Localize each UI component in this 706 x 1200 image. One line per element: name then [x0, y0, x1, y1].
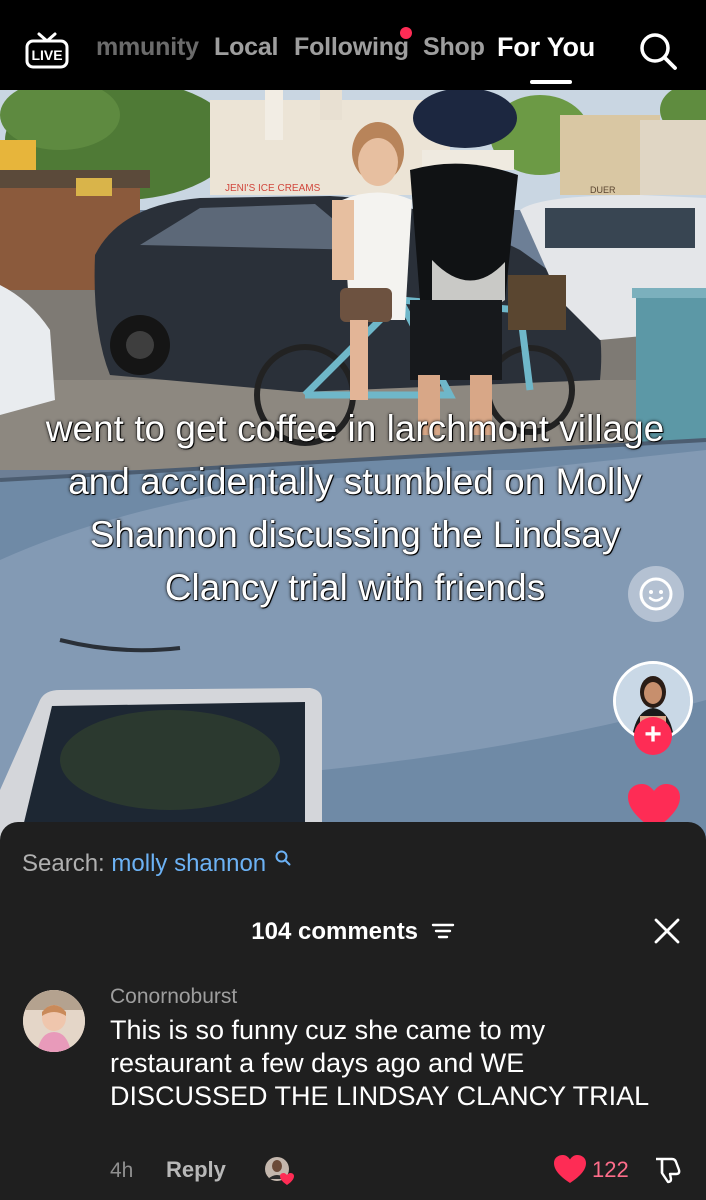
comments-count: 104 comments [251, 918, 419, 945]
commenter-avatar[interactable] [23, 990, 85, 1052]
search-mini-icon [275, 850, 291, 866]
search-query-link[interactable]: molly shannon [111, 850, 266, 877]
active-tab-indicator [530, 80, 572, 84]
follow-plus-button[interactable]: + [634, 717, 672, 755]
comment-text: This is so funny cuz she came to my rest… [110, 1015, 650, 1111]
smiling-face-icon[interactable] [628, 566, 684, 622]
creator-liked-avatar-icon [263, 1155, 295, 1187]
comments-header: 104 comments [0, 918, 706, 946]
close-icon[interactable] [652, 916, 682, 946]
comment-heart-icon[interactable] [553, 1154, 587, 1184]
comments-sheet: Search: molly shannon 104 comments Conor… [0, 822, 706, 1200]
search-label: Search: [22, 850, 105, 877]
comment-timestamp: 4h [110, 1159, 134, 1182]
search-icon[interactable] [637, 30, 679, 72]
tab-shop[interactable]: Shop [423, 33, 485, 62]
sort-filter-icon[interactable] [431, 921, 455, 941]
storefront-sign: JENI'S ICE CREAMS [225, 183, 321, 194]
storefront-sign: DUER [590, 185, 616, 195]
comment-like-count: 122 [592, 1157, 629, 1182]
reply-button[interactable]: Reply [166, 1157, 226, 1183]
tab-following[interactable]: Following [294, 33, 409, 62]
tab-community[interactable]: mmunity [96, 33, 199, 62]
top-navigation-bar: LIVE mmunity Local Following Shop For Yo… [0, 0, 706, 90]
thumbs-down-icon[interactable] [652, 1153, 684, 1185]
tab-for-you[interactable]: For You [497, 32, 595, 63]
live-label: LIVE [31, 47, 62, 63]
notification-dot [400, 27, 412, 39]
tab-local[interactable]: Local [214, 33, 278, 62]
live-tv-icon[interactable]: LIVE [24, 30, 70, 70]
search-suggestion[interactable]: Search: molly shannon [22, 850, 291, 878]
comment-username[interactable]: Conornoburst [110, 985, 237, 1009]
video-caption: went to get coffee in larchmont village … [45, 408, 665, 608]
